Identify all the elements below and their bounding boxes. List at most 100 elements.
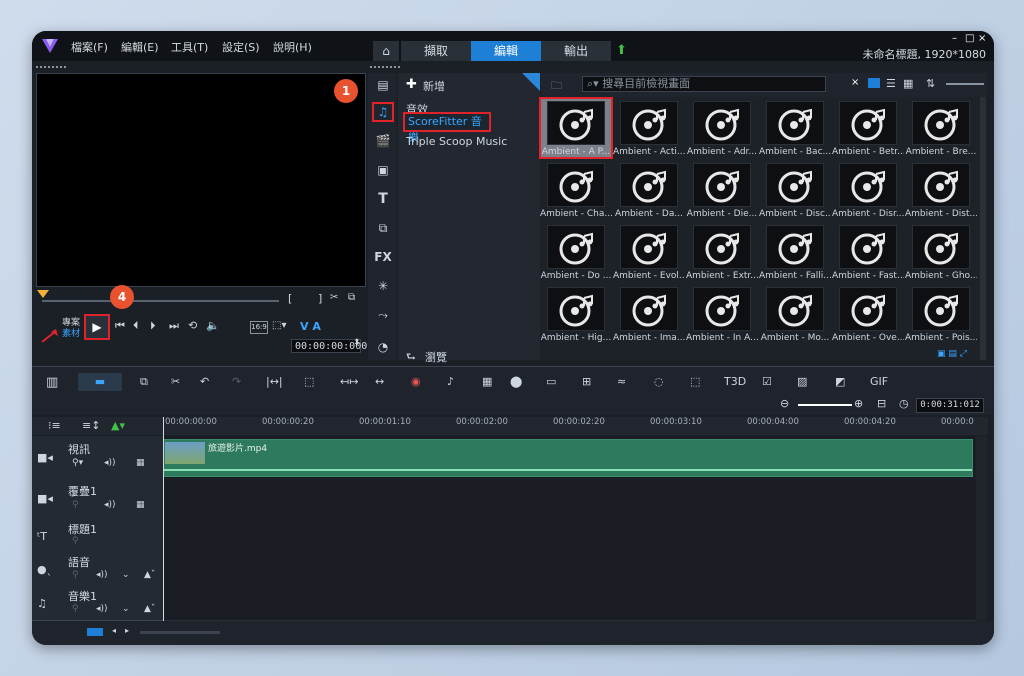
tab-capture[interactable]: 擷取 <box>401 41 471 61</box>
view-large-icon[interactable] <box>868 78 880 88</box>
grid-icon[interactable]: ▦ <box>136 500 145 510</box>
panel-grip[interactable] <box>36 66 66 71</box>
timecode-field[interactable]: 00:00:00:000 <box>291 339 367 353</box>
motion-icon[interactable]: ≈ <box>617 375 626 388</box>
zoom-out-icon[interactable]: ⊖ <box>780 397 789 410</box>
minimize-button[interactable]: – <box>952 33 957 44</box>
mute-icon[interactable]: ◂)) <box>96 570 108 580</box>
folder-scorefitter[interactable]: ScoreFitter 音樂 <box>403 112 491 144</box>
audio-thumbnail[interactable]: Ambient - Da... <box>613 161 683 221</box>
tools-icon[interactable]: ✂ <box>171 375 180 388</box>
audio-thumbnail[interactable]: Ambient - Hig... <box>540 285 611 345</box>
audio-thumbnail[interactable]: Ambient - Bac... <box>759 99 831 159</box>
panel-grip[interactable] <box>370 66 400 71</box>
audio-thumbnail[interactable]: Ambient - Extr... <box>686 223 758 283</box>
tab-edit[interactable]: 編輯 <box>471 41 541 61</box>
menu-edit[interactable]: 編輯(E) <box>121 39 159 55</box>
audio-thumbnail[interactable]: Ambient - Mo... <box>759 285 829 345</box>
audio-thumbnail[interactable]: Ambient - Betr... <box>832 99 904 159</box>
audio-thumbnail[interactable]: Ambient - Evol... <box>613 223 685 283</box>
audio-thumbnail[interactable]: Ambient - Falli... <box>759 223 831 283</box>
expand-icon[interactable]: ⌄ <box>122 604 130 614</box>
mark-out-button[interactable]: ] <box>318 292 322 305</box>
scroll-right-icon[interactable]: ▸ <box>125 626 129 635</box>
audio-thumbnail[interactable]: Ambient - In A... <box>686 285 758 345</box>
add-folder-label[interactable]: 新增 <box>423 78 445 94</box>
clock-icon[interactable]: ◷ <box>899 397 909 410</box>
split-screen-icon[interactable]: ↤↦ <box>340 375 358 388</box>
audio-thumbnail[interactable]: Ambient - Pois... <box>905 285 977 345</box>
link-icon[interactable]: ⚲ <box>72 570 79 580</box>
link-icon[interactable]: ⚲▾ <box>72 458 83 468</box>
home-tab[interactable]: ⌂ <box>373 41 399 61</box>
scrubber-handle[interactable] <box>37 290 49 298</box>
mask-icon[interactable]: ⬤ <box>510 375 522 388</box>
media-icon[interactable]: ▤ <box>372 75 394 95</box>
storyboard-view-icon[interactable]: ▥ <box>46 375 58 390</box>
split-clip-icon[interactable]: ✂ <box>330 292 338 303</box>
tab-share[interactable]: 輸出 <box>541 41 611 61</box>
menu-help[interactable]: 說明(H) <box>273 39 312 55</box>
next-frame-icon[interactable]: ⏵ <box>150 319 156 333</box>
timeline-ruler[interactable]: 00:00:00:00 00:00:00:20 00:00:01:10 00:00:0… <box>163 417 988 435</box>
timecode-spinner-icon[interactable]: ⬍ <box>353 338 361 348</box>
scroll-mode-icon[interactable] <box>87 628 103 636</box>
path-icon[interactable]: ⤳ <box>372 305 394 325</box>
horizontal-scrollbar[interactable] <box>140 631 220 634</box>
mute-icon[interactable]: ◂)) <box>96 604 108 614</box>
subtitle-icon[interactable]: ▣ <box>372 160 394 180</box>
motion-tracking-icon[interactable]: ▦ <box>482 375 492 388</box>
add-folder-icon[interactable]: ✚ <box>406 77 417 92</box>
crop-tool-icon[interactable]: ⬚ <box>304 375 314 388</box>
scroll-left-icon[interactable]: ◂ <box>112 626 116 635</box>
import-folder-icon[interactable]: 🗀 <box>551 77 562 96</box>
audio-mixer-icon[interactable]: ♪ <box>447 375 454 388</box>
transition-icon[interactable]: ⧉ <box>372 218 394 238</box>
view-grid-icon[interactable]: ▦ <box>903 77 913 90</box>
grid-icon[interactable]: ▦ <box>136 458 145 468</box>
mark-in-button[interactable]: [ <box>288 292 292 305</box>
mute-icon[interactable]: ◂)) <box>104 458 116 468</box>
paint-icon[interactable]: ▨ <box>797 375 807 388</box>
link-icon[interactable]: ⚲ <box>72 500 79 510</box>
gif-icon[interactable]: GIF <box>870 375 888 388</box>
link-icon[interactable]: ⚲ <box>72 604 79 614</box>
mute-icon[interactable]: ◂)) <box>104 500 116 510</box>
home-start-icon[interactable]: ⏮ <box>115 319 125 333</box>
timeline-view-icon[interactable]: ▬ <box>78 373 122 391</box>
expand-icon[interactable]: ⌄ <box>122 570 130 580</box>
audio-thumbnail[interactable]: Ambient - Die... <box>686 161 757 221</box>
voice-lane[interactable] <box>163 552 975 587</box>
playhead[interactable] <box>163 417 164 622</box>
view-list-icon[interactable]: ☰ <box>886 77 896 90</box>
subtitle-editor-icon[interactable]: ▭ <box>546 375 556 388</box>
speed-icon[interactable]: ◔ <box>372 337 394 357</box>
upload-arrow-icon[interactable]: ⬆ <box>616 43 627 58</box>
search-input[interactable]: ⌕▾ 搜尋目前檢視畫面 <box>582 76 826 92</box>
close-button[interactable]: × <box>978 33 986 44</box>
lasso-icon[interactable]: ◌ <box>654 375 664 388</box>
fit-icon[interactable]: ↔ <box>375 375 384 388</box>
scrub-bar[interactable] <box>42 300 279 302</box>
check-icon[interactable]: ☑ <box>762 375 772 388</box>
fit-project-icon[interactable]: ⊟ <box>877 397 886 410</box>
audio-thumbnail[interactable]: Ambient - Disc... <box>759 161 831 221</box>
sort-icon[interactable]: ⇅ <box>926 77 935 90</box>
audio-thumbnail[interactable]: Ambient - Do ... <box>540 223 611 283</box>
audio-thumbnail[interactable]: Ambient - Bre... <box>905 99 976 159</box>
maximize-button[interactable]: □ <box>965 33 974 44</box>
trim-icon[interactable]: |↔| <box>266 375 283 388</box>
audio-thumbnail[interactable]: Ambient - Gho... <box>905 223 977 283</box>
graphics-icon[interactable]: ✳ <box>372 276 394 296</box>
enlarge-icon[interactable]: ⧉ <box>348 292 355 303</box>
clip-mode-label[interactable]: 素材 <box>62 326 80 339</box>
redo-icon[interactable]: ↷ <box>232 375 241 388</box>
video-clip[interactable]: 旅遊影片.mp4 <box>163 439 973 477</box>
library-view-icon[interactable]: ▣ ▤ ⤢ <box>937 349 967 359</box>
track-manager-icon[interactable]: ⁝≡ <box>48 419 61 432</box>
volume-icon[interactable]: 🔈 <box>206 319 220 332</box>
title-3d-icon[interactable]: T3D <box>724 375 746 388</box>
audio-thumbnail[interactable]: Ambient - Acti... <box>613 99 685 159</box>
audio-video-toggle-icon[interactable]: V A <box>300 320 321 333</box>
menu-file[interactable]: 檔案(F) <box>71 39 108 55</box>
